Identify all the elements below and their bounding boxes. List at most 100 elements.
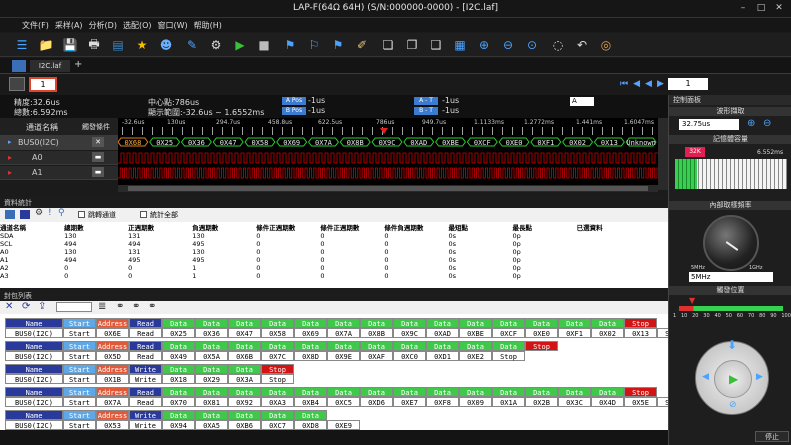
export-icon[interactable]: ▤ bbox=[110, 37, 126, 53]
lasso-icon[interactable]: ◌ bbox=[550, 37, 566, 53]
packet-row[interactable]: Name Start Address Write Data Data Data Stop BUS… bbox=[5, 364, 665, 386]
cursor-select[interactable]: A bbox=[570, 97, 594, 106]
packet-search-input[interactable] bbox=[56, 302, 92, 312]
nav-up-icon[interactable]: ⬇ bbox=[727, 338, 737, 352]
donut-icon[interactable]: ◎ bbox=[598, 37, 614, 53]
page-number-field[interactable]: 1 bbox=[29, 77, 57, 92]
close-button[interactable]: ✕ bbox=[774, 3, 784, 13]
packet-field-value: Read bbox=[129, 351, 162, 361]
marker-b-icon[interactable]: ⚑ bbox=[330, 37, 346, 53]
cards3-icon[interactable]: ❑ bbox=[428, 37, 444, 53]
menu-icon[interactable]: ☰ bbox=[14, 37, 30, 53]
sample-rate-select[interactable]: 5MHz bbox=[689, 272, 773, 282]
binoculars-icon[interactable]: ⚭ bbox=[116, 301, 124, 312]
navigation-wheel[interactable]: ⬇ ▶ ◀ ▶ ⊘ bbox=[695, 338, 769, 415]
pen-icon[interactable]: ✐ bbox=[354, 37, 370, 53]
waveform-area[interactable]: 0X68 0X25 0X36 0X47 0X58 0X69 0X7A 0X8B 0X9C 0XAD… bbox=[117, 135, 660, 185]
packet-list[interactable]: Name Start Address Read Data Data Data Data Data… bbox=[0, 314, 668, 430]
open-folder-icon[interactable]: 📁 bbox=[38, 37, 54, 53]
trigger-position-bar[interactable] bbox=[679, 306, 783, 311]
menu-file[interactable]: 文件(F) bbox=[22, 20, 49, 31]
wave-capture-select[interactable]: 32.75us bbox=[679, 119, 739, 130]
minimize-button[interactable]: – bbox=[738, 3, 748, 13]
marker-a-icon[interactable]: ⚐ bbox=[306, 37, 322, 53]
favorite-star-icon[interactable]: ★ bbox=[134, 37, 150, 53]
zoom-in-icon[interactable]: ⊕ bbox=[747, 118, 755, 129]
stop-button[interactable]: 停止 bbox=[755, 431, 789, 442]
channel-row-a0[interactable]: ▸ A0 ▬ bbox=[0, 151, 118, 165]
expand-icon[interactable]: ▸ bbox=[8, 138, 12, 146]
memory-meter[interactable] bbox=[675, 159, 787, 189]
nav-down-icon[interactable]: ⊘ bbox=[729, 400, 737, 410]
i2c-tab-icon[interactable] bbox=[12, 60, 26, 72]
packet-row[interactable]: Name Start Address Read Data Data Data Data Data… bbox=[5, 387, 668, 409]
packet-row[interactable]: Name Start Address Read Data Data Data Data Data… bbox=[5, 341, 665, 363]
nav-center[interactable]: ▶ bbox=[714, 360, 752, 398]
pointer-icon[interactable] bbox=[9, 77, 25, 91]
menu-analysis[interactable]: 分析(D) bbox=[89, 20, 117, 31]
stats-search-icon[interactable]: ⚲ bbox=[58, 208, 65, 218]
wave-scrollbar[interactable] bbox=[658, 118, 668, 190]
grid-icon[interactable]: ▦ bbox=[452, 37, 468, 53]
page-input[interactable]: 1 bbox=[668, 78, 708, 90]
col-header: 條件負週期數 bbox=[384, 224, 424, 232]
stop-icon[interactable]: ■ bbox=[256, 37, 272, 53]
stats-view-icon[interactable] bbox=[5, 210, 15, 219]
menu-options[interactable]: 选配(O) bbox=[123, 20, 152, 31]
close-icon[interactable]: ✕ bbox=[5, 301, 13, 312]
packet-field-header: Stop bbox=[624, 387, 657, 397]
export-icon[interactable]: ⇪ bbox=[38, 301, 46, 312]
jump-channel-checkbox[interactable] bbox=[78, 211, 85, 218]
packet-row[interactable]: Name Start Address Read Data Data Data Data Data… bbox=[5, 318, 668, 340]
packet-row[interactable]: Name Start Address Write Data Data Data Data Dat… bbox=[5, 410, 665, 430]
settings-gear-icon[interactable]: ⚙ bbox=[208, 37, 224, 53]
run-icon[interactable]: ▶ bbox=[232, 37, 248, 53]
cards2-icon[interactable]: ❐ bbox=[404, 37, 420, 53]
sample-rate-knob[interactable] bbox=[703, 215, 759, 271]
stats-row[interactable]: A1 494 495 495 0 0 0 0s 0p bbox=[0, 256, 630, 264]
tab-i2c[interactable]: I2C.laf bbox=[30, 60, 70, 72]
zoom-out-icon[interactable]: ⊖ bbox=[763, 118, 771, 129]
binoculars-prev-icon[interactable]: ⚭ bbox=[132, 301, 140, 312]
stats-row[interactable]: SDA 130 131 130 0 0 0 0s 0p bbox=[0, 232, 630, 240]
trigger-marker-icon[interactable]: ⚑ bbox=[282, 37, 298, 53]
save-icon[interactable]: 💾 bbox=[62, 37, 78, 53]
sample-min: 5MHz bbox=[691, 265, 705, 271]
new-tab-icon[interactable]: + bbox=[74, 59, 82, 70]
tools-icon[interactable]: ✎ bbox=[184, 37, 200, 53]
nav-right-icon[interactable]: ▶ bbox=[756, 372, 763, 382]
cards-icon[interactable]: ❏ bbox=[380, 37, 396, 53]
user-icon[interactable]: ☻ bbox=[158, 37, 174, 53]
menu-help[interactable]: 帮助(H) bbox=[194, 20, 222, 31]
stats-row[interactable]: SCL 494 494 495 0 0 0 0s 0p bbox=[0, 240, 630, 248]
stats-bar-icon[interactable] bbox=[20, 210, 30, 219]
channel-row-a1[interactable]: ▸ A1 ▬ bbox=[0, 166, 118, 180]
nav-left-icon[interactable]: ◀ bbox=[702, 372, 709, 382]
refresh-icon[interactable]: ⟳ bbox=[22, 301, 30, 312]
packet-field-header: Data bbox=[459, 318, 492, 328]
menu-window[interactable]: 窗口(W) bbox=[158, 20, 188, 31]
menu-sampling[interactable]: 采样(A) bbox=[55, 20, 83, 31]
zoom-fit-icon[interactable]: ⊙ bbox=[524, 37, 540, 53]
wave-h-scrollbar[interactable] bbox=[118, 185, 658, 192]
stats-alert-icon[interactable]: ! bbox=[48, 208, 52, 218]
nav-play-icon[interactable]: ▶ bbox=[729, 372, 738, 386]
hook-icon[interactable]: ↶ bbox=[574, 37, 590, 53]
stats-all-checkbox[interactable] bbox=[140, 211, 147, 218]
zoom-in-icon[interactable]: ⊕ bbox=[476, 37, 492, 53]
stats-row[interactable]: A2 0 0 1 0 0 0 0s 0p bbox=[0, 264, 630, 272]
maximize-button[interactable]: □ bbox=[756, 3, 766, 13]
zoom-out-icon[interactable]: ⊖ bbox=[500, 37, 516, 53]
trigger-x-icon[interactable]: ✕ bbox=[92, 137, 104, 147]
trigger-square-icon[interactable]: ▬ bbox=[92, 167, 104, 177]
trigger-position-handle[interactable]: ▼ bbox=[689, 296, 695, 305]
stats-filter-icon[interactable]: ⚙ bbox=[35, 208, 43, 218]
list-icon[interactable]: ≣ bbox=[98, 301, 106, 312]
binoculars-next-icon[interactable]: ⚭ bbox=[148, 301, 156, 312]
stats-row[interactable]: A0 130 131 130 0 0 0 0s 0p bbox=[0, 248, 630, 256]
print-icon[interactable]: 🖶 bbox=[86, 37, 102, 53]
packet-field-value: 0X5D bbox=[96, 351, 129, 361]
stats-row[interactable]: A3 0 0 1 0 0 0 0s 0p bbox=[0, 272, 630, 280]
channel-row-bus0[interactable]: ▸ BUS0(I2C) ✕ bbox=[0, 135, 118, 150]
trigger-square-icon[interactable]: ▬ bbox=[92, 152, 104, 162]
